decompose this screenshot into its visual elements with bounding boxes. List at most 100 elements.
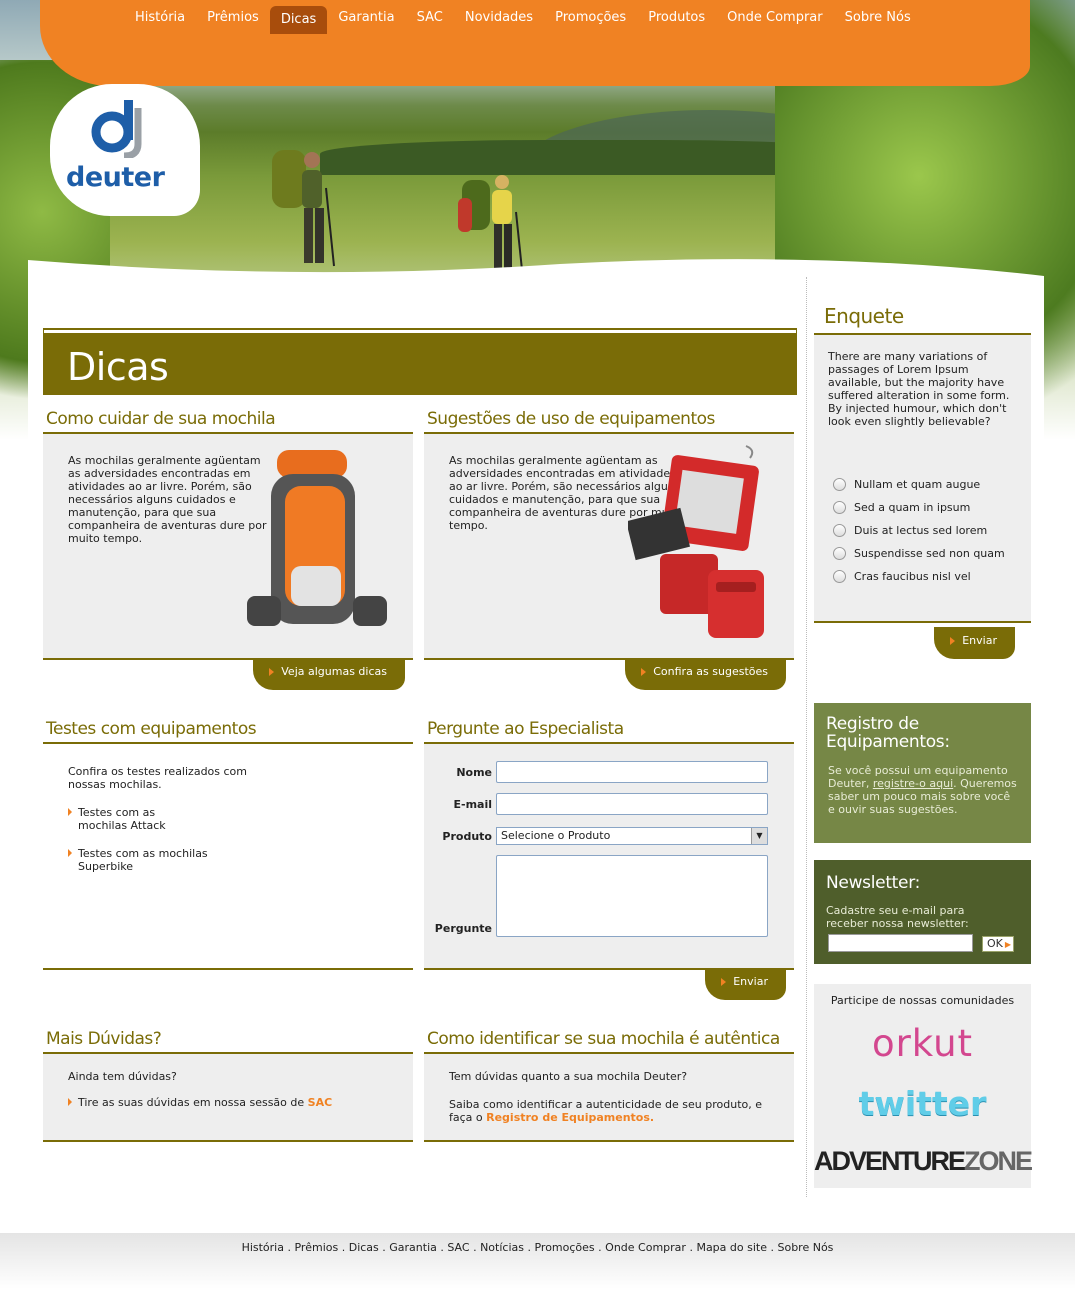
doubts-body: Ainda tem dúvidas? Tire as suas dúvidas … xyxy=(43,1054,413,1142)
footer-link-historia[interactable]: História xyxy=(242,1241,284,1254)
top-navigation-bar: História Prêmios Dicas Garantia SAC Novi… xyxy=(40,0,1030,86)
footer-link-onde-comprar[interactable]: Onde Comprar xyxy=(605,1241,686,1254)
radio-button[interactable] xyxy=(833,570,846,583)
poll-option[interactable]: Nullam et quam augue xyxy=(833,473,1005,496)
authentic-text-2: Saiba como identificar a autenticidade d… xyxy=(449,1098,769,1124)
registry-link[interactable]: Registro de Equipamentos. xyxy=(486,1111,654,1124)
nav-garantia[interactable]: Garantia xyxy=(327,0,405,36)
tests-intro: Confira os testes realizados com nossas … xyxy=(68,765,247,791)
footer-links: História . Prêmios . Dicas . Garantia . … xyxy=(241,1241,834,1254)
nav-premios[interactable]: Prêmios xyxy=(196,0,270,36)
radio-button[interactable] xyxy=(833,524,846,537)
nav-promocoes[interactable]: Promoções xyxy=(544,0,637,36)
newsletter-text: Cadastre seu e-mail para receber nossa n… xyxy=(826,904,969,930)
suggest-title: Sugestões de uso de equipamentos xyxy=(424,407,794,434)
radio-button[interactable] xyxy=(833,478,846,491)
registry-box: Registro de Equipamentos: Se você possui… xyxy=(814,703,1031,843)
main-nav: História Prêmios Dicas Garantia SAC Novi… xyxy=(124,0,922,36)
registry-text: Se você possui um equipamento Deuter, re… xyxy=(828,764,1018,816)
twitter-logo[interactable]: twitter xyxy=(814,1084,1031,1123)
poll-question-part-1: There are many variations of passages of… xyxy=(828,350,1010,402)
poll-option-label: Sed a quam in ipsum xyxy=(854,501,971,514)
adventure-logo-text-1: ADVENTURE xyxy=(814,1146,966,1176)
newsletter-ok-button[interactable]: OK ▶ xyxy=(982,936,1014,952)
poll-option-label: Nullam et quam augue xyxy=(854,478,981,491)
radio-button[interactable] xyxy=(833,547,846,560)
footer-link-promocoes[interactable]: Promoções xyxy=(534,1241,594,1254)
nav-sac[interactable]: SAC xyxy=(406,0,454,36)
footer-link-mapa-do-site[interactable]: Mapa do site xyxy=(696,1241,767,1254)
registry-here-link[interactable]: registre-o aqui xyxy=(873,777,953,790)
registry-title: Registro de Equipamentos: xyxy=(826,714,950,752)
authentic-title: Como identificar se sua mochila é autênt… xyxy=(424,1027,794,1054)
sac-link[interactable]: SAC xyxy=(308,1096,333,1109)
question-textarea[interactable] xyxy=(496,855,768,937)
authentic-text-1: Tem dúvidas quanto a sua mochila Deuter? xyxy=(449,1070,688,1083)
chevron-down-icon[interactable]: ▼ xyxy=(751,828,767,844)
ask-section: Pergunte ao Especialista Nome E-mail Pro… xyxy=(424,717,794,1000)
deuter-logo[interactable]: deuter xyxy=(50,84,200,216)
toiletry-bag-image xyxy=(628,445,764,638)
ask-submit-button[interactable]: Enviar xyxy=(705,968,786,1000)
nav-onde-comprar[interactable]: Onde Comprar xyxy=(716,0,833,36)
tests-section: Testes com equipamentos Confira os teste… xyxy=(43,717,413,970)
care-title: Como cuidar de sua mochila xyxy=(43,407,413,434)
email-row: E-mail xyxy=(424,793,768,815)
ask-title: Pergunte ao Especialista xyxy=(424,717,794,744)
footer-link-sac[interactable]: SAC xyxy=(447,1241,469,1254)
tests-link-superbike[interactable]: Testes com as mochilas Superbike xyxy=(68,847,208,873)
email-input[interactable] xyxy=(496,793,768,815)
newsletter-ok-label: OK xyxy=(987,937,1003,950)
footer-link-noticias[interactable]: Notícias xyxy=(480,1241,524,1254)
question-label: Pergunte xyxy=(434,922,492,935)
poll-body: There are many variations of passages of… xyxy=(814,335,1031,623)
tests-body: Confira os testes realizados com nossas … xyxy=(43,744,413,970)
poll-submit-button[interactable]: Enviar xyxy=(934,627,1015,659)
footer-link-premios[interactable]: Prêmios xyxy=(294,1241,338,1254)
poll-title: Enquete xyxy=(824,304,904,328)
doubts-link-line: Tire as suas dúvidas em nossa sessão de … xyxy=(68,1096,332,1109)
newsletter-title: Newsletter: xyxy=(826,873,921,893)
question-row: Pergunte xyxy=(424,855,768,937)
nav-dicas[interactable]: Dicas xyxy=(269,6,328,34)
page-title: Dicas xyxy=(67,345,169,389)
suggest-section: Sugestões de uso de equipamentos As moch… xyxy=(424,407,794,690)
poll-header: Enquete xyxy=(814,300,1031,335)
footer-link-sobre-nos[interactable]: Sobre Nós xyxy=(777,1241,833,1254)
name-input[interactable] xyxy=(496,761,768,783)
newsletter-email-input[interactable] xyxy=(828,934,973,952)
suggest-body: As mochilas geralmente agüentam as adver… xyxy=(424,434,794,660)
nav-sobre-nos[interactable]: Sobre Nós xyxy=(834,0,922,36)
poll-question-part-2: By injected humour, which don't look eve… xyxy=(828,402,1007,428)
poll-option[interactable]: Suspendisse sed non quam xyxy=(833,542,1005,565)
tests-link-attack[interactable]: Testes com as mochilas Attack xyxy=(68,806,198,832)
authentic-section: Como identificar se sua mochila é autênt… xyxy=(424,1027,794,1142)
deuter-logo-icon xyxy=(91,100,142,158)
poll-option[interactable]: Sed a quam in ipsum xyxy=(833,496,1005,519)
care-tips-button[interactable]: Veja algumas dicas xyxy=(253,658,405,690)
arrow-right-icon: ▶ xyxy=(1004,940,1012,949)
footer-link-garantia[interactable]: Garantia xyxy=(389,1241,437,1254)
doubts-section: Mais Dúvidas? Ainda tem dúvidas? Tire as… xyxy=(43,1027,413,1142)
nav-novidades[interactable]: Novidades xyxy=(454,0,544,36)
poll-options: Nullam et quam augue Sed a quam in ipsum… xyxy=(833,473,1005,588)
product-row: Produto Selecione o Produto ▼ xyxy=(424,827,768,845)
orkut-logo[interactable]: orkut xyxy=(814,1022,1031,1065)
product-select[interactable]: Selecione o Produto ▼ xyxy=(496,827,768,845)
suggestions-button[interactable]: Confira as sugestões xyxy=(625,658,786,690)
footer-link-dicas[interactable]: Dicas xyxy=(349,1241,379,1254)
poll-option-label: Suspendisse sed non quam xyxy=(854,547,1005,560)
adventure-zone-logo[interactable]: ADVENTUREZONE xyxy=(814,1146,1033,1177)
logo-wordmark: deuter xyxy=(66,162,165,193)
communities-title: Participe de nossas comunidades xyxy=(830,994,1015,1007)
radio-button[interactable] xyxy=(833,501,846,514)
name-label: Nome xyxy=(456,765,492,779)
product-select-value: Selecione o Produto xyxy=(501,829,611,842)
nav-produtos[interactable]: Produtos xyxy=(637,0,716,36)
poll-option[interactable]: Cras faucibus nisl vel xyxy=(833,565,1005,588)
page-title-banner: Dicas xyxy=(43,333,797,395)
nav-historia[interactable]: História xyxy=(124,0,196,36)
adventure-logo-text-2: ZONE xyxy=(964,1146,1033,1176)
poll-option-label: Duis at lectus sed lorem xyxy=(854,524,988,537)
poll-option[interactable]: Duis at lectus sed lorem xyxy=(833,519,1005,542)
